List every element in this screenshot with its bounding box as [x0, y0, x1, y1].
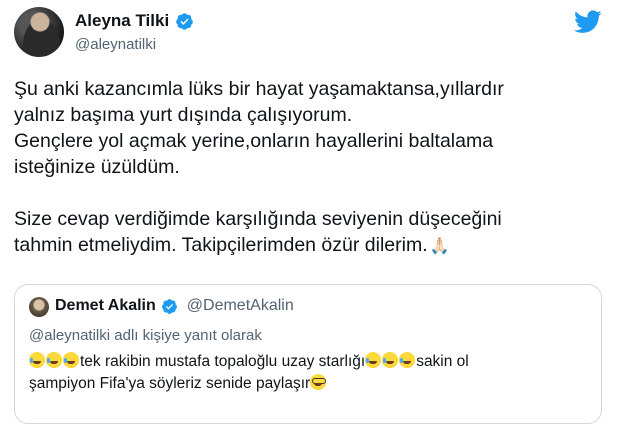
praying-hands-emoji: 🙏🏻 [429, 238, 450, 255]
quoted-tweet-card[interactable]: Demet Akalin @DemetAkalin @aleynatilki a… [14, 284, 602, 424]
tears-of-joy-emoji-icon [63, 352, 79, 368]
author-avatar[interactable] [14, 7, 64, 57]
verified-badge-icon [176, 12, 193, 30]
quote-text: tek rakibin mustafa topaloğlu uzay starl… [29, 351, 589, 395]
twitter-logo-icon [574, 10, 602, 33]
tears-of-joy-emoji-icon [29, 352, 45, 368]
quote-text-part2: sakin ol [416, 353, 469, 370]
tweet-text: Şu anki kazancımla lüks bir hayat yaşama… [14, 76, 606, 260]
author-name-row: Aleyna Tilki [75, 11, 194, 31]
tears-of-joy-emoji-icon [399, 352, 416, 368]
quote-header: Demet Akalin @DemetAkalin [55, 297, 294, 315]
quote-verified-badge-icon [161, 298, 177, 314]
author-handle[interactable]: @aleynatilki [75, 36, 156, 53]
quote-author-handle: @DemetAkalin [186, 297, 294, 314]
author-name[interactable]: Aleyna Tilki [75, 11, 169, 31]
quote-text-part1: tek rakibin mustafa topaloğlu uzay starl… [80, 353, 366, 370]
tears-of-joy-emoji-icon [46, 352, 62, 368]
quote-text-part3: şampiyon Fifa'ya söyleriz senide paylaşı… [29, 375, 311, 392]
tears-of-joy-emoji-icon [365, 352, 382, 368]
nerd-face-emoji-icon [310, 374, 327, 390]
tears-of-joy-emoji-icon [382, 352, 399, 368]
quote-author-name: Demet Akalin [55, 297, 156, 314]
quote-reply-context: @aleynatilki adlı kişiye yanıt olarak [29, 327, 262, 344]
quote-author-avatar [29, 297, 49, 317]
tweet-body: Şu anki kazancımla lüks bir hayat yaşama… [14, 78, 504, 256]
